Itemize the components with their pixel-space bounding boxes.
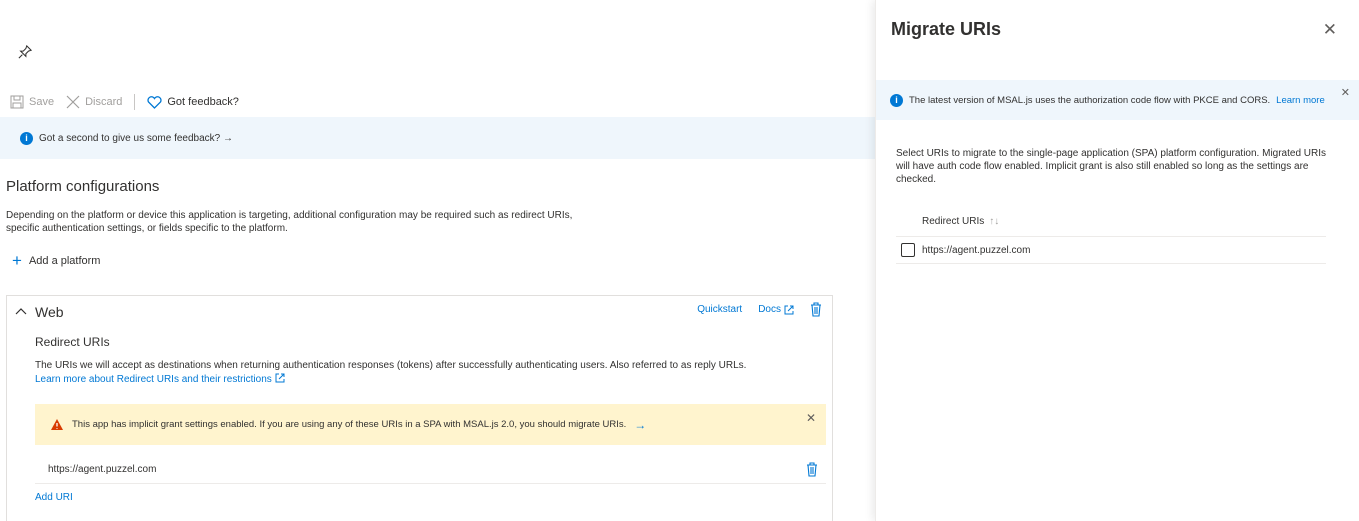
close-icon	[66, 95, 80, 109]
warning-icon	[51, 419, 63, 430]
info-close-button[interactable]: ✕	[1341, 86, 1350, 99]
command-bar: Save Discard Got feedback?	[10, 93, 239, 111]
redirect-uris-heading: Redirect URIs	[35, 335, 110, 349]
save-button[interactable]: Save	[10, 95, 54, 109]
external-link-icon	[275, 373, 285, 383]
redirect-learn-more-link[interactable]: Learn more about Redirect URIs and their…	[35, 373, 285, 385]
msal-info-banner: i The latest version of MSAL.js uses the…	[876, 80, 1359, 120]
discard-label: Discard	[85, 96, 123, 108]
migrate-uris-arrow-link[interactable]: →	[634, 418, 646, 432]
heart-icon	[147, 95, 162, 109]
migrate-uris-panel: Migrate URIs ✕ i The latest version of M…	[875, 0, 1359, 521]
plus-icon: +	[12, 251, 22, 270]
save-icon	[10, 95, 24, 109]
migrate-uri-row[interactable]: https://agent.puzzel.com	[896, 237, 1326, 264]
add-platform-label: Add a platform	[28, 254, 101, 267]
toolbar-divider	[134, 94, 136, 110]
add-platform-button[interactable]: + Add a platform	[12, 252, 100, 269]
platform-description: Depending on the platform or device this…	[6, 210, 573, 234]
redirect-uri-value[interactable]: https://agent.puzzel.com	[48, 464, 156, 475]
add-uri-link[interactable]: Add URI	[35, 492, 73, 503]
column-header-label: Redirect URIs	[922, 216, 985, 227]
redirect-learn-more-label: Learn more about Redirect URIs and their…	[35, 374, 272, 385]
web-card-title: Web	[35, 304, 64, 320]
info-icon: i	[890, 93, 903, 107]
uri-checkbox[interactable]	[901, 243, 915, 257]
delete-icon[interactable]	[810, 302, 822, 317]
docs-link[interactable]: Docs	[758, 304, 794, 315]
learn-more-link[interactable]: Learn more	[1276, 95, 1325, 106]
docs-label: Docs	[758, 304, 781, 315]
platform-configurations-heading: Platform configurations	[6, 178, 160, 195]
feedback-label: Got feedback?	[167, 96, 239, 108]
chevron-up-icon[interactable]	[15, 306, 27, 318]
quickstart-link[interactable]: Quickstart	[697, 304, 742, 315]
web-platform-card: Web Quickstart Docs Redirect URIs The UR…	[6, 295, 833, 521]
card-actions: Quickstart Docs	[697, 302, 822, 317]
feedback-banner[interactable]: i Got a second to give us some feedback?…	[0, 117, 875, 159]
external-link-icon	[784, 305, 794, 314]
save-label: Save	[29, 96, 55, 108]
feedback-banner-text: Got a second to give us some feedback? →	[39, 132, 233, 144]
info-icon: i	[20, 131, 33, 145]
redirect-uris-description: The URIs we will accept as destinations …	[35, 359, 825, 387]
warning-text: This app has implicit grant settings ena…	[72, 419, 627, 430]
web-card-header[interactable]: Web	[15, 304, 64, 320]
migrate-uri-value: https://agent.puzzel.com	[922, 244, 1031, 256]
pin-icon[interactable]	[18, 45, 34, 61]
msal-info-text: The latest version of MSAL.js uses the a…	[909, 94, 1271, 106]
panel-title: Migrate URIs	[891, 19, 1002, 39]
delete-icon[interactable]	[806, 462, 818, 477]
panel-close-button[interactable]: ✕	[1323, 20, 1337, 40]
redirect-description-text: The URIs we will accept as destinations …	[35, 360, 747, 371]
sort-icon[interactable]: ↑↓	[989, 216, 999, 227]
redirect-uris-column-header[interactable]: Redirect URIs ↑↓	[896, 207, 1326, 237]
discard-button[interactable]: Discard	[66, 95, 122, 109]
implicit-grant-warning: This app has implicit grant settings ena…	[35, 404, 826, 445]
redirect-uri-row: https://agent.puzzel.com	[35, 456, 826, 484]
panel-description: Select URIs to migrate to the single-pag…	[896, 148, 1327, 185]
feedback-button[interactable]: Got feedback?	[147, 95, 239, 109]
warning-close-button[interactable]: ✕	[806, 411, 816, 425]
